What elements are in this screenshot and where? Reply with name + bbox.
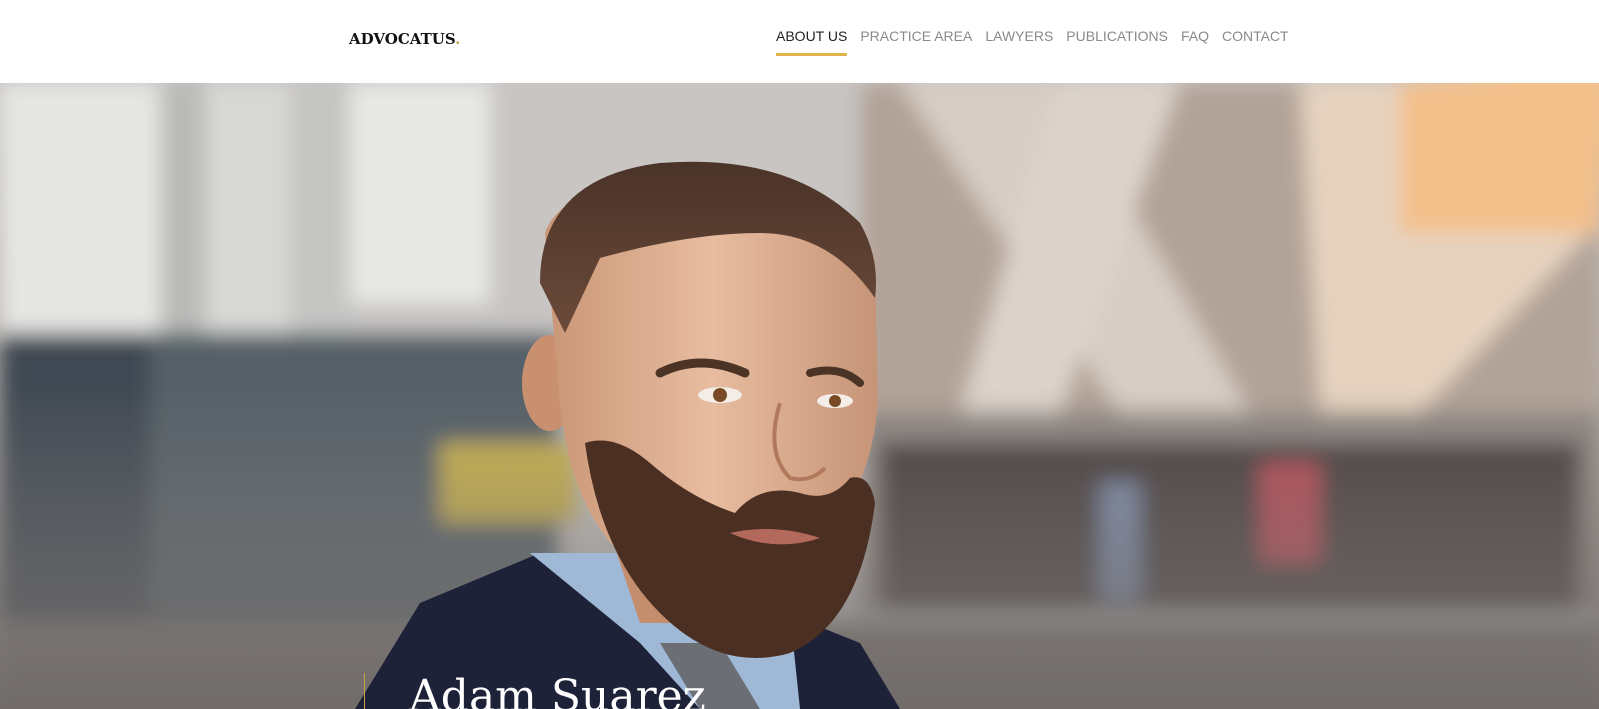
lawyer-name: Adam Suarez xyxy=(409,671,706,709)
site-logo[interactable]: ADVOCATUS. xyxy=(349,30,460,48)
logo-text: ADVOCATUS xyxy=(349,30,456,48)
nav-faq[interactable]: FAQ xyxy=(1181,28,1209,56)
site-header: ADVOCATUS. ABOUT US PRACTICE AREA LAWYER… xyxy=(0,0,1599,83)
nav-practice-area[interactable]: PRACTICE AREA xyxy=(860,28,972,56)
lawyer-name-block: Adam Suarez xyxy=(364,671,706,709)
nav-about-us[interactable]: ABOUT US xyxy=(776,28,848,56)
logo-dot: . xyxy=(455,30,461,48)
portrait-photo xyxy=(355,161,900,709)
nav-publications[interactable]: PUBLICATIONS xyxy=(1066,28,1168,56)
main-nav: ABOUT US PRACTICE AREA LAWYERS PUBLICATI… xyxy=(776,28,1289,56)
nav-lawyers[interactable]: LAWYERS xyxy=(985,28,1053,56)
hero-banner: Adam Suarez xyxy=(0,83,1599,709)
nav-contact[interactable]: CONTACT xyxy=(1222,28,1289,56)
